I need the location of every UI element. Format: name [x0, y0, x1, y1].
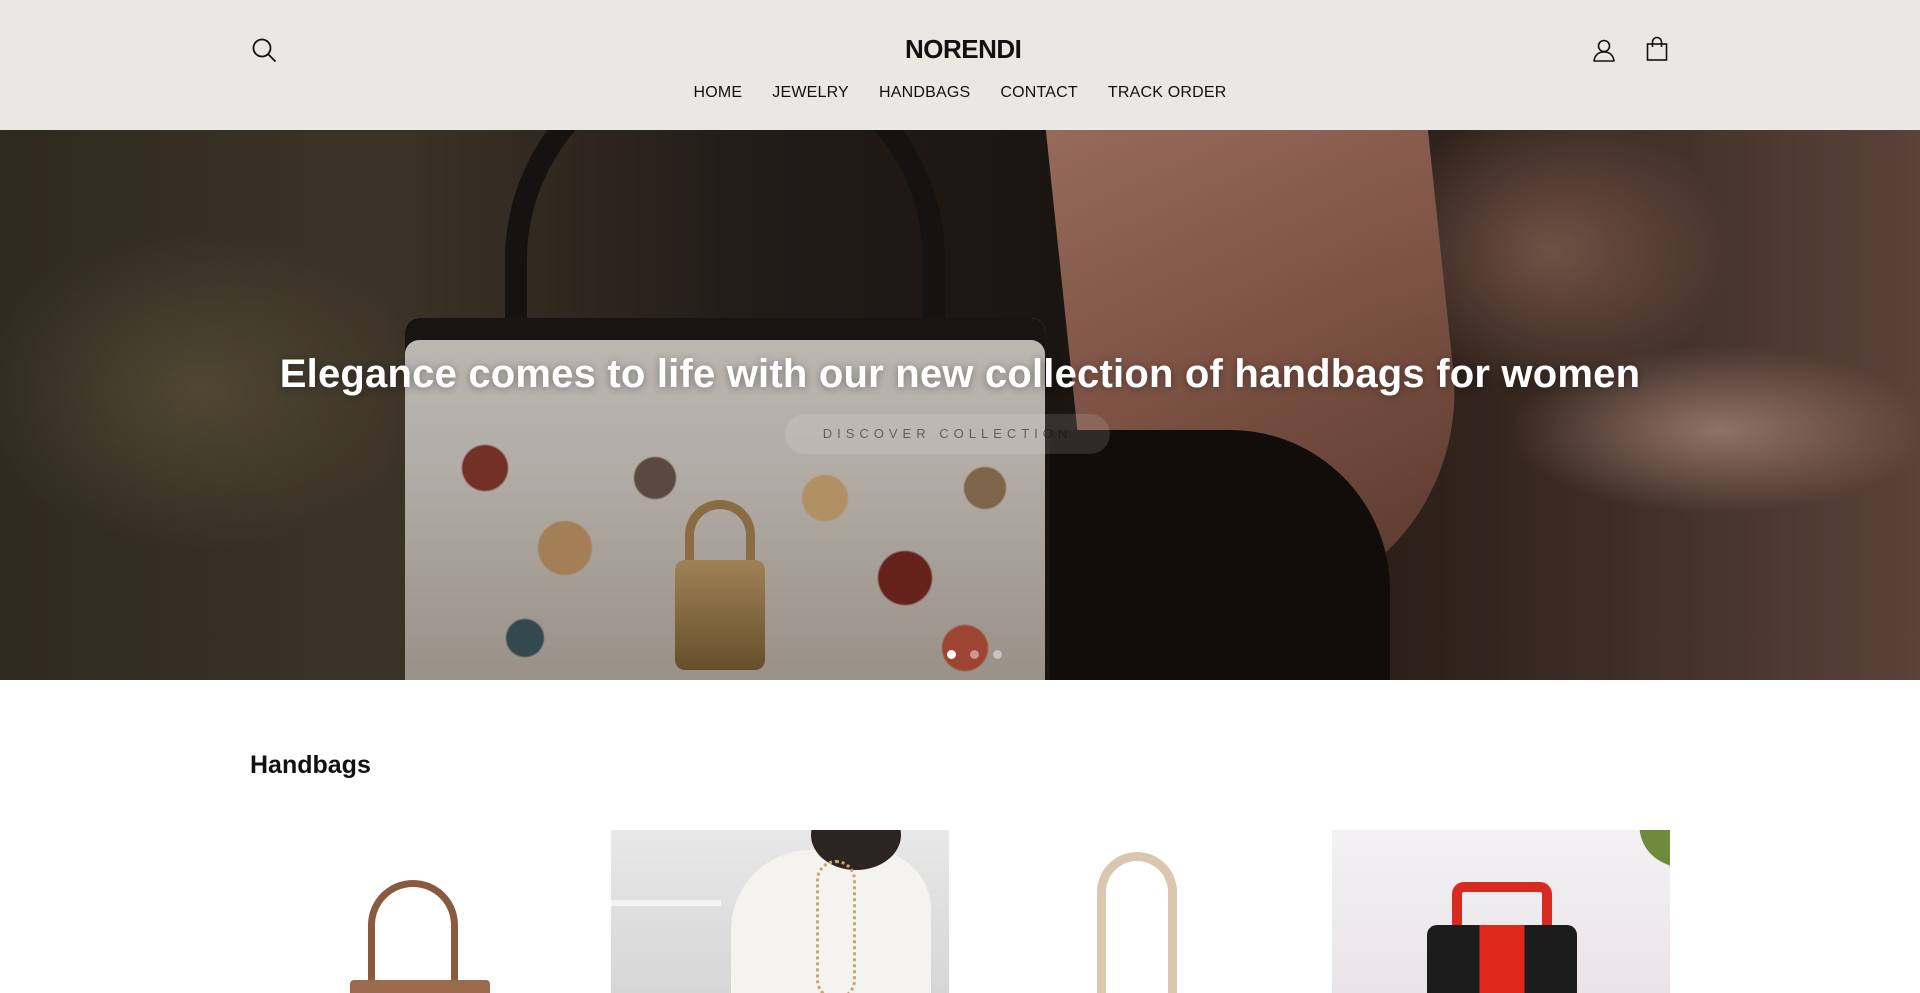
site-header: NORENDI HOME JEWELRY HANDBAGS CONTACT TR… [0, 0, 1920, 130]
site-logo[interactable]: NORENDI [905, 34, 1022, 64]
product-image-bag [350, 980, 490, 993]
slide-dot-3[interactable] [993, 650, 1002, 659]
hero-title: Elegance comes to life with our new coll… [279, 352, 1641, 396]
search-button[interactable] [250, 36, 278, 64]
product-image-shelf [611, 900, 721, 906]
user-icon [1593, 39, 1615, 62]
slide-dot-1[interactable] [947, 650, 956, 659]
search-icon [252, 38, 276, 62]
nav-item-handbags[interactable]: HANDBAGS [879, 84, 970, 106]
nav-item-home[interactable]: HOME [693, 84, 742, 106]
slide-dot-2[interactable] [970, 650, 979, 659]
product-image-chain-strap [816, 860, 856, 993]
product-card-1[interactable] [250, 830, 588, 993]
main-navigation: HOME JEWELRY HANDBAGS CONTACT TRACK ORDE… [0, 84, 1920, 106]
product-image-leaf [1626, 830, 1670, 871]
section-title: Handbags [250, 751, 371, 779]
nav-item-track-order[interactable]: TRACK ORDER [1108, 84, 1227, 106]
account-button[interactable] [1590, 36, 1618, 64]
slideshow-dots [947, 650, 1002, 659]
product-card-3[interactable] [972, 830, 1310, 993]
nav-item-jewelry[interactable]: JEWELRY [772, 84, 849, 106]
cart-button[interactable] [1643, 35, 1671, 63]
product-card-4[interactable] [1332, 830, 1670, 993]
product-image-bag [1427, 925, 1577, 993]
product-image-rope-handle [1097, 852, 1177, 993]
product-image-handle [368, 880, 458, 993]
hero-banner: Elegance comes to life with our new coll… [0, 130, 1920, 680]
shopping-bag-icon [1646, 36, 1668, 61]
hero-overlay [0, 130, 1920, 680]
product-card-2[interactable] [611, 830, 949, 993]
nav-item-contact[interactable]: CONTACT [1000, 84, 1078, 106]
discover-collection-button[interactable]: DISCOVER COLLECTION [785, 414, 1110, 454]
